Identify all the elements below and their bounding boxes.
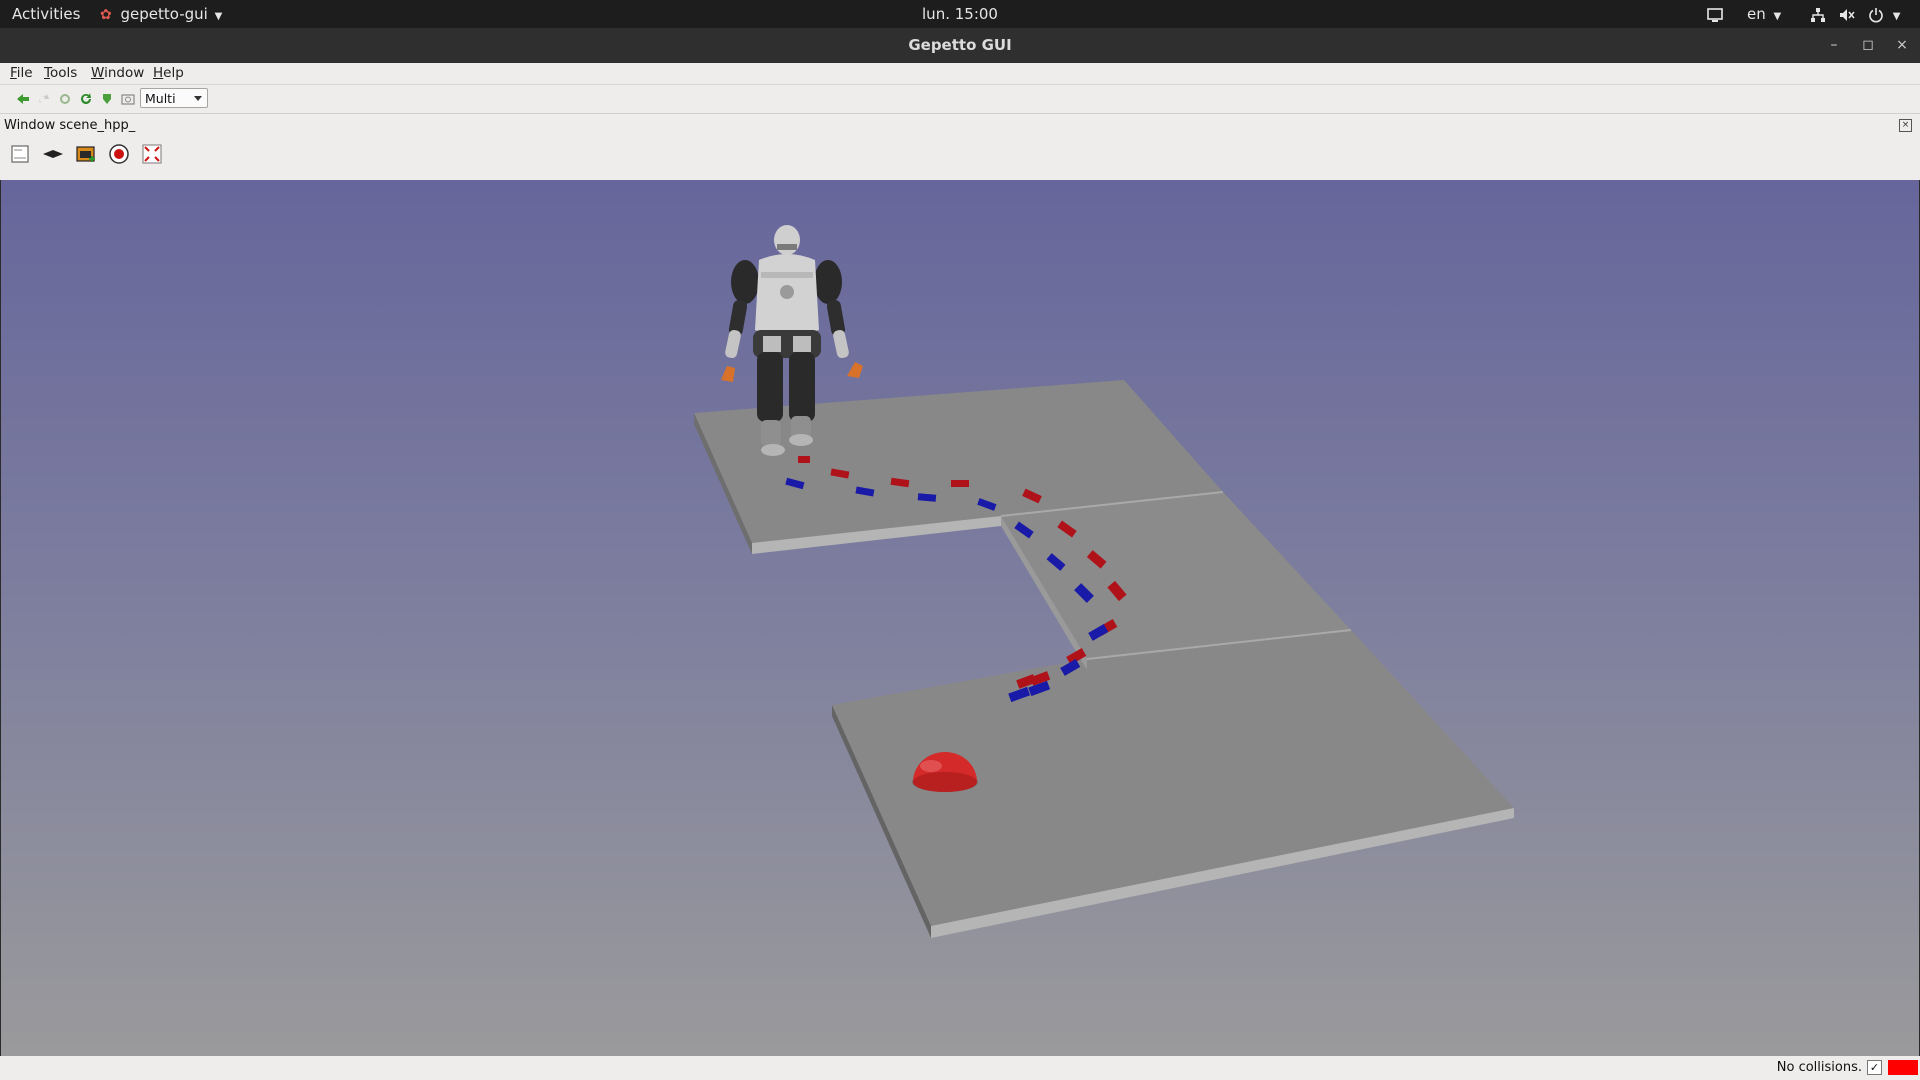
record-icon[interactable] <box>107 142 131 166</box>
window-title-bar: Gepetto GUI – ◻ × <box>0 28 1920 63</box>
add-image-icon[interactable] <box>74 142 98 166</box>
redo-icon[interactable] <box>36 91 52 107</box>
menu-help[interactable]: Help <box>153 63 184 84</box>
clock-label[interactable]: lun. 15:00 <box>922 5 998 23</box>
menu-tools[interactable]: Tools <box>44 63 77 84</box>
collision-status-text: No collisions. <box>1776 1060 1862 1075</box>
minimize-button[interactable]: – <box>1822 28 1846 63</box>
main-toolbar <box>0 85 1920 114</box>
scene-drawing <box>694 225 1514 938</box>
reconnect-icon[interactable] <box>57 91 73 107</box>
close-window-button[interactable]: × <box>1890 28 1914 63</box>
status-bar: No collisions. ✓ <box>0 1056 1920 1080</box>
menu-file[interactable]: File <box>10 63 33 84</box>
3d-viewport[interactable] <box>1 180 1919 1056</box>
keyboard-language-menu[interactable]: en ▼ <box>1747 0 1781 28</box>
save-icon[interactable] <box>99 91 115 107</box>
menu-bar: File Tools Window Help <box>0 63 1920 85</box>
app-menu[interactable]: ✿ gepetto-gui ▼ <box>100 0 222 28</box>
load-robot-icon[interactable] <box>15 91 31 107</box>
screenshot-icon[interactable] <box>120 91 136 107</box>
volume-muted-icon[interactable] <box>1838 0 1856 28</box>
chevron-down-icon: ▼ <box>1773 11 1782 22</box>
mode-dropdown[interactable]: Multi <box>140 88 208 108</box>
display-icon[interactable] <box>1706 0 1724 28</box>
fullscreen-icon[interactable] <box>140 142 164 166</box>
refresh-icon[interactable] <box>78 91 94 107</box>
app-name-label: gepetto-gui <box>120 5 208 23</box>
system-top-bar: Activities ✿ gepetto-gui ▼ lun. 15:00 en… <box>0 0 1920 28</box>
window-title: Gepetto GUI <box>908 36 1012 54</box>
mode-dropdown-value: Multi <box>145 91 176 106</box>
chevron-down-icon <box>194 96 202 101</box>
floor-slab-2 <box>1000 491 1351 659</box>
maximize-button[interactable]: ◻ <box>1856 28 1880 63</box>
chevron-down-icon: ▼ <box>214 11 223 22</box>
scene-window-title: Window scene_hpp_ <box>4 118 136 133</box>
camera-view-icon[interactable] <box>8 142 32 166</box>
power-menu[interactable]: ▼ <box>1868 0 1900 28</box>
power-icon <box>1869 7 1883 22</box>
gepetto-app-icon: ✿ <box>100 7 112 23</box>
menu-window[interactable]: Window <box>91 63 144 84</box>
toggle-grid-icon[interactable] <box>41 142 65 166</box>
scene-window-header: Window scene_hpp_ × <box>0 114 1920 180</box>
close-dock-icon[interactable]: × <box>1899 119 1912 132</box>
activities-button[interactable]: Activities <box>12 0 80 28</box>
collision-color-indicator <box>1888 1060 1918 1075</box>
collision-check-toggle[interactable]: ✓ <box>1867 1060 1882 1075</box>
network-icon[interactable] <box>1810 0 1826 28</box>
keyboard-language-label: en <box>1747 5 1766 23</box>
chevron-down-icon: ▼ <box>1892 11 1901 22</box>
